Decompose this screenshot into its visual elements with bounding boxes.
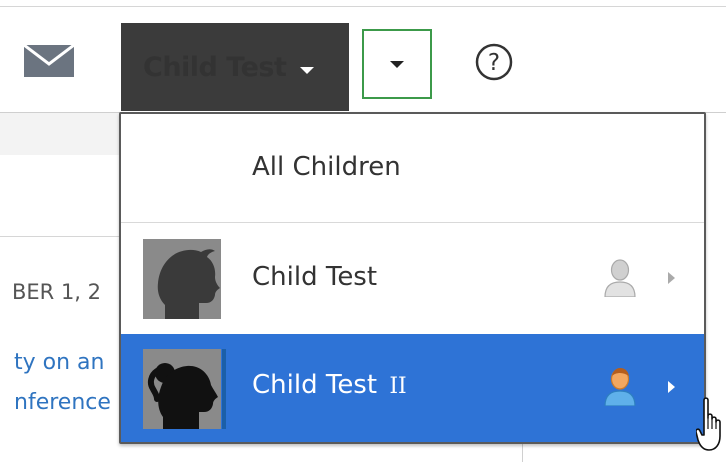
menu-item-child-test-ii[interactable]: Child Test II	[121, 334, 704, 442]
child-selector-button[interactable]: Child Test	[121, 23, 349, 111]
hand-pointer-cursor-icon	[696, 397, 721, 451]
svg-text:?: ?	[488, 50, 500, 76]
menu-item-label-text: Child Test	[252, 370, 378, 400]
chevron-down-icon	[300, 66, 315, 74]
boy-avatar	[143, 239, 221, 319]
dropdown-toggle-button[interactable]	[362, 29, 432, 99]
girl-silhouette-icon	[143, 349, 221, 429]
header-top-border	[0, 6, 726, 7]
menu-item-label-suffix: II	[389, 374, 407, 399]
person-orange-icon	[604, 368, 636, 406]
menu-item-all-children[interactable]: All Children	[121, 114, 704, 223]
child-dropdown-menu: All Children Child Test Child Test II	[119, 112, 706, 444]
menu-item-child-test[interactable]: Child Test	[121, 224, 704, 334]
avatar-selection-accent	[222, 349, 226, 429]
background-panel	[0, 113, 121, 155]
background-divider	[0, 236, 121, 237]
caret-down-icon	[390, 60, 404, 68]
question-circle-icon[interactable]: ?	[474, 42, 514, 82]
chevron-right-icon	[668, 381, 675, 393]
background-date-text: BER 1, 2	[12, 280, 102, 304]
menu-item-label: All Children	[252, 152, 401, 182]
background-link-line-1[interactable]: ty on an	[14, 350, 121, 375]
girl-avatar	[143, 349, 221, 429]
chevron-right-icon	[668, 272, 675, 284]
menu-item-label: Child Test II	[252, 370, 407, 400]
envelope-icon[interactable]	[24, 45, 74, 77]
boy-silhouette-icon	[143, 239, 221, 319]
menu-item-label: Child Test	[252, 262, 378, 292]
background-link-line-2[interactable]: nference	[14, 390, 121, 415]
person-gray-icon	[604, 259, 636, 297]
selected-child-name: Child Test	[143, 51, 287, 83]
